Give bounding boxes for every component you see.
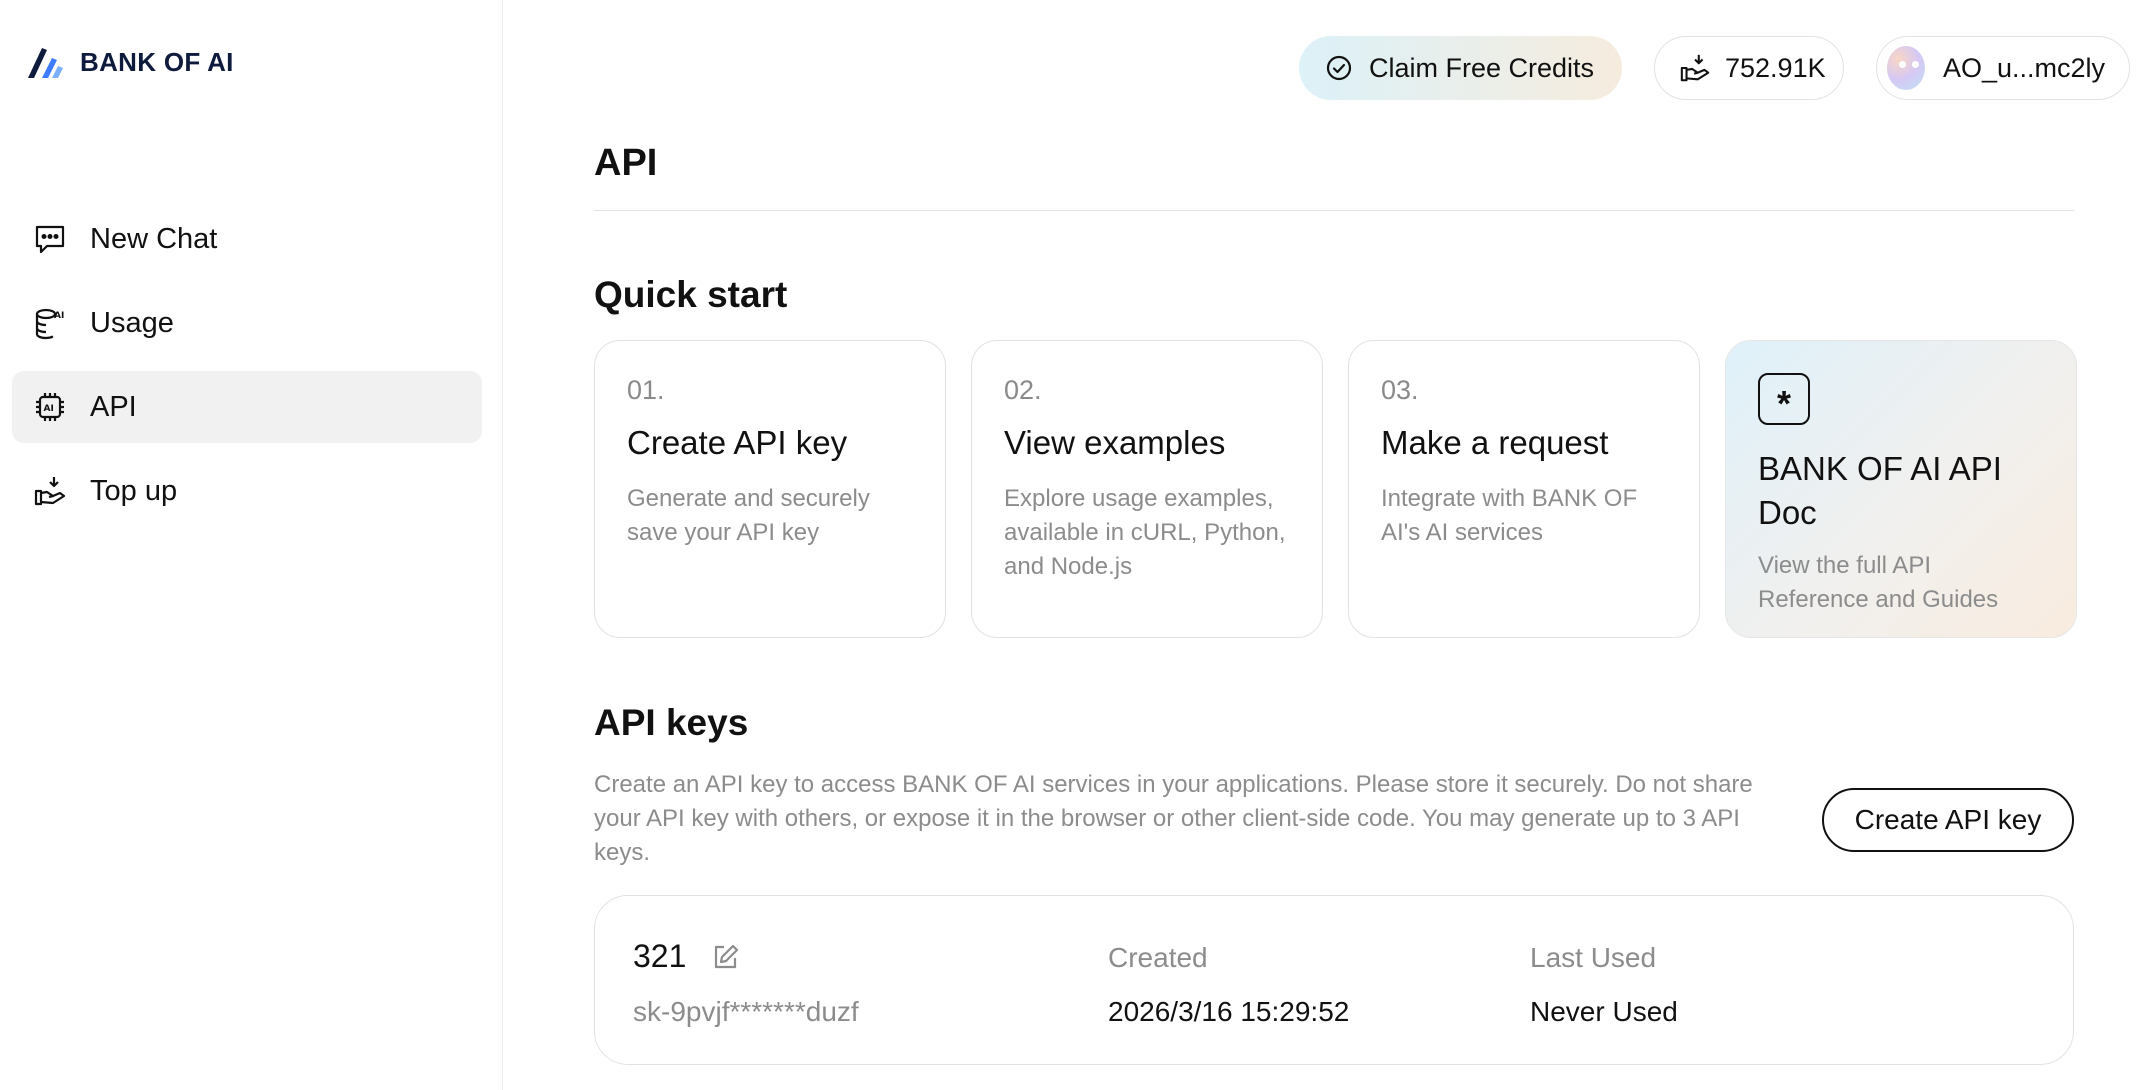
- top-bar: Claim Free Credits 752.91K AO_u...mc2ly: [1299, 36, 2130, 100]
- sidebar-item-api[interactable]: AI API: [12, 371, 482, 443]
- api-keys-description: Create an API key to access BANK OF AI s…: [594, 771, 1753, 866]
- sidebar-item-label: API: [90, 390, 137, 423]
- sidebar: BANK OF AI New Chat AI Usage AI API Top …: [0, 0, 503, 1090]
- claim-free-credits-button[interactable]: Claim Free Credits: [1299, 36, 1622, 100]
- card-title: Create API key: [627, 424, 848, 461]
- sidebar-item-label: Top up: [90, 474, 178, 507]
- card-title: BANK OF AI API Doc: [1758, 450, 2002, 531]
- sidebar-item-top-up[interactable]: Top up: [12, 455, 482, 527]
- hand-coin-icon: [32, 473, 68, 509]
- quick-start-cards: 01. Create API key Generate and securely…: [594, 340, 2077, 638]
- brand-logo-icon: [28, 48, 63, 78]
- brand-name: BANK OF AI: [80, 46, 234, 77]
- card-title: View examples: [1004, 424, 1226, 461]
- ai-chip-icon: AI: [32, 389, 68, 425]
- created-value: 2026/3/16 15:29:52: [1108, 996, 1350, 1027]
- claim-free-credits-label: Claim Free Credits: [1369, 52, 1595, 83]
- card-number: 03.: [1381, 375, 1419, 405]
- svg-text:AI: AI: [44, 404, 54, 414]
- api-key-name: 321: [633, 938, 687, 974]
- quick-start-card-view-examples[interactable]: 02. View examples Explore usage examples…: [971, 340, 1323, 638]
- page-title: API: [594, 142, 658, 184]
- sidebar-item-label: Usage: [90, 306, 174, 339]
- chat-bubble-icon: [32, 221, 68, 257]
- card-description: Integrate with BANK OF AI's AI services: [1381, 485, 1638, 546]
- username: AO_u...mc2ly: [1942, 52, 2105, 83]
- card-description: Explore usage examples, available in cUR…: [1004, 485, 1286, 580]
- api-key-name-group: 321: [633, 938, 740, 975]
- credit-balance-value: 752.91K: [1725, 52, 1826, 83]
- user-menu-button[interactable]: AO_u...mc2ly: [1876, 36, 2130, 100]
- sidebar-nav: New Chat AI Usage AI API Top up: [12, 203, 482, 539]
- last-used-label: Last Used: [1530, 942, 1657, 973]
- title-divider: [594, 210, 2074, 211]
- card-number: 01.: [627, 375, 665, 405]
- hand-coin-icon: [1679, 52, 1711, 84]
- check-circle-icon: [1323, 52, 1355, 84]
- quick-start-card-make-request[interactable]: 03. Make a request Integrate with BANK O…: [1348, 340, 1700, 638]
- card-number: 02.: [1004, 375, 1042, 405]
- created-label: Created: [1108, 942, 1208, 973]
- svg-text:AI: AI: [54, 311, 64, 321]
- api-keys-title: API keys: [594, 702, 749, 743]
- credit-balance-button[interactable]: 752.91K: [1654, 36, 1844, 100]
- quick-start-title: Quick start: [594, 274, 788, 315]
- sidebar-item-label: New Chat: [90, 222, 218, 255]
- card-description: View the full API Reference and Guides: [1758, 552, 1999, 613]
- edit-icon[interactable]: [710, 942, 740, 972]
- sidebar-item-usage[interactable]: AI Usage: [12, 287, 482, 359]
- brand-logo[interactable]: BANK OF AI: [24, 40, 234, 84]
- sidebar-item-new-chat[interactable]: New Chat: [12, 203, 482, 275]
- card-description: Generate and securely save your API key: [627, 485, 870, 546]
- api-doc-card[interactable]: * BANK OF AI API Doc View the full API R…: [1725, 340, 2077, 638]
- asterisk-icon: *: [1758, 373, 1810, 425]
- quick-start-card-create-api-key[interactable]: 01. Create API key Generate and securely…: [594, 340, 946, 638]
- avatar: [1887, 46, 1925, 90]
- create-api-key-button[interactable]: Create API key: [1822, 788, 2074, 852]
- card-title: Make a request: [1381, 424, 1609, 461]
- api-key-value: sk-9pvjf*******duzf: [633, 996, 859, 1027]
- last-used-value: Never Used: [1530, 996, 1678, 1027]
- database-ai-icon: AI: [32, 305, 68, 341]
- api-key-row: 321 sk-9pvjf*******duzf Created 2026/3/1…: [594, 895, 2074, 1065]
